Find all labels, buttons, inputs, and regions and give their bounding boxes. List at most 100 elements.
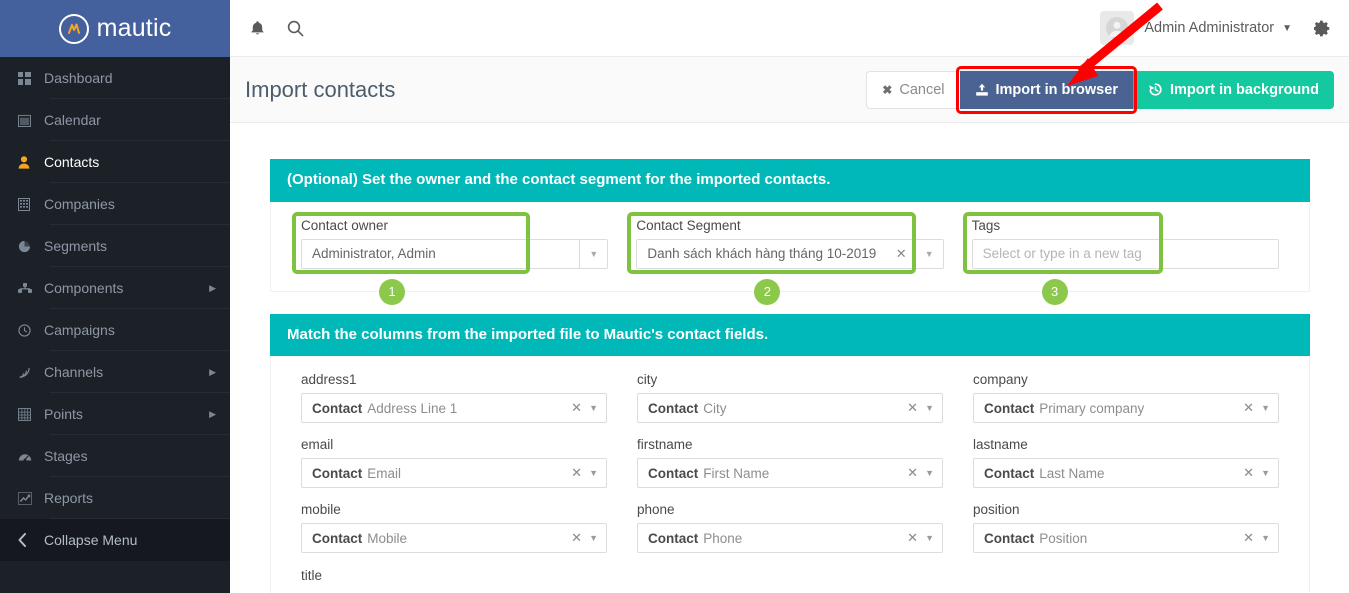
x-icon[interactable]: ✕ <box>1237 400 1261 416</box>
mapping-label: title <box>301 568 322 583</box>
mapping-value: Mobile <box>367 531 565 546</box>
sidebar-item-label: Dashboard <box>44 71 216 85</box>
chevron-down-icon[interactable]: ▼ <box>1261 533 1270 543</box>
sidebar-item-segments[interactable]: Segments <box>0 225 230 267</box>
chevron-down-icon[interactable]: ▼ <box>925 533 934 543</box>
sidebar-item-points[interactable]: Points ▶ <box>0 393 230 435</box>
mapping-field-phone: phone Contact Phone ✕ ▼ <box>637 502 943 553</box>
tags-label: Tags <box>972 218 1279 233</box>
mautic-m-logo-icon <box>59 14 89 44</box>
mapping-select[interactable]: Contact City ✕ ▼ <box>637 393 943 423</box>
contact-owner-group: Contact owner Administrator, Admin ▼ 1 <box>301 218 608 269</box>
x-icon[interactable]: ✕ <box>565 400 589 416</box>
mapping-value: City <box>703 401 901 416</box>
x-icon[interactable]: ✕ <box>901 465 925 481</box>
x-icon: ✖ <box>882 83 892 97</box>
top-bar: Admin Administrator ▼ <box>230 0 1349 57</box>
x-icon[interactable]: ✕ <box>1237 530 1261 546</box>
mapping-column-3: company Contact Primary company ✕ ▼ last… <box>973 372 1279 593</box>
mapping-field-firstname: firstname Contact First Name ✕ ▼ <box>637 437 943 488</box>
user-name-label[interactable]: Admin Administrator <box>1144 20 1274 36</box>
calendar-icon <box>18 114 44 127</box>
upload-icon <box>975 83 989 97</box>
sidebar-item-stages[interactable]: Stages <box>0 435 230 477</box>
sidebar-item-campaigns[interactable]: Campaigns <box>0 309 230 351</box>
sidebar-item-label: Campaigns <box>44 323 216 337</box>
mapping-label: email <box>301 437 607 452</box>
contact-segment-label: Contact Segment <box>636 218 943 233</box>
search-icon[interactable] <box>287 20 304 37</box>
mapping-field-title: title <box>301 567 607 585</box>
gauge-icon <box>18 450 44 462</box>
x-icon[interactable]: ✕ <box>901 400 925 416</box>
mapping-select[interactable]: Contact Position ✕ ▼ <box>973 523 1279 553</box>
building-icon <box>18 198 44 211</box>
sidebar-item-companies[interactable]: Companies <box>0 183 230 225</box>
import-in-browser-button[interactable]: Import in browser <box>960 71 1133 109</box>
chevron-down-icon[interactable]: ▼ <box>925 403 934 413</box>
sidebar-item-calendar[interactable]: Calendar <box>0 99 230 141</box>
cancel-button[interactable]: ✖ Cancel <box>866 71 959 109</box>
page-actions: ✖ Cancel Import in browser Import in bac… <box>866 71 1349 109</box>
rss-icon <box>18 366 44 379</box>
grid-table-icon <box>18 408 44 421</box>
x-icon[interactable]: ✕ <box>1237 465 1261 481</box>
mapping-label: company <box>973 372 1279 387</box>
page-header: Import contacts ✖ Cancel Import in brows… <box>230 57 1349 123</box>
sidebar-item-label: Segments <box>44 239 216 253</box>
bell-icon[interactable] <box>250 20 265 37</box>
mapping-group: Contact <box>312 401 362 416</box>
mapping-select[interactable]: Contact Primary company ✕ ▼ <box>973 393 1279 423</box>
optional-panel-heading: (Optional) Set the owner and the contact… <box>270 159 1310 202</box>
sidebar-item-contacts[interactable]: Contacts <box>0 141 230 183</box>
mapping-value: Address Line 1 <box>367 401 565 416</box>
sidebar-item-channels[interactable]: Channels ▶ <box>0 351 230 393</box>
mapping-label: phone <box>637 502 943 517</box>
mapping-select[interactable]: Contact Mobile ✕ ▼ <box>301 523 607 553</box>
mapping-select[interactable]: Contact First Name ✕ ▼ <box>637 458 943 488</box>
sidebar-item-dashboard[interactable]: Dashboard <box>0 57 230 99</box>
mapping-select[interactable]: Contact Phone ✕ ▼ <box>637 523 943 553</box>
chevron-down-icon[interactable]: ▼ <box>1261 468 1270 478</box>
optional-settings-panel: (Optional) Set the owner and the contact… <box>270 159 1310 292</box>
user-avatar-icon[interactable] <box>1100 11 1134 45</box>
brand-header[interactable]: mautic <box>0 0 230 57</box>
x-icon[interactable]: ✕ <box>565 530 589 546</box>
mapping-select[interactable]: Contact Email ✕ ▼ <box>301 458 607 488</box>
contact-segment-input[interactable]: Danh sách khách hàng tháng 10-2019 ✕ <box>636 239 915 269</box>
annotation-badge-3: 3 <box>1042 279 1068 305</box>
chevron-right-icon: ▶ <box>209 367 216 378</box>
sidebar-collapse-menu[interactable]: Collapse Menu <box>0 519 230 561</box>
tags-input[interactable]: Select or type in a new tag <box>972 239 1279 269</box>
chevron-down-icon[interactable]: ▼ <box>1261 403 1270 413</box>
chevron-down-icon[interactable]: ▼ <box>916 239 944 269</box>
import-in-background-button[interactable]: Import in background <box>1133 71 1334 109</box>
chevron-down-icon[interactable]: ▼ <box>589 468 598 478</box>
sidebar-item-reports[interactable]: Reports <box>0 477 230 519</box>
optional-panel-body: Contact owner Administrator, Admin ▼ 1 <box>270 202 1310 292</box>
x-icon[interactable]: ✕ <box>890 246 907 262</box>
chevron-down-icon[interactable]: ▼ <box>925 468 934 478</box>
tags-placeholder: Select or type in a new tag <box>983 246 1270 261</box>
chevron-down-icon[interactable]: ▼ <box>580 239 608 269</box>
sidebar-item-components[interactable]: Components ▶ <box>0 267 230 309</box>
chevron-down-icon[interactable]: ▼ <box>589 533 598 543</box>
x-icon[interactable]: ✕ <box>565 465 589 481</box>
chevron-down-icon[interactable]: ▼ <box>589 403 598 413</box>
sidebar-item-label: Reports <box>44 491 216 505</box>
mapping-value: Email <box>367 466 565 481</box>
mapping-value: First Name <box>703 466 901 481</box>
mapping-select[interactable]: Contact Last Name ✕ ▼ <box>973 458 1279 488</box>
sidebar-item-label: Components <box>44 281 209 295</box>
chevron-down-icon[interactable]: ▼ <box>1282 23 1292 34</box>
mapping-select[interactable]: Contact Address Line 1 ✕ ▼ <box>301 393 607 423</box>
sidebar-collapse-label: Collapse Menu <box>44 533 216 547</box>
dashboard-grid-icon <box>18 72 44 85</box>
x-icon[interactable]: ✕ <box>901 530 925 546</box>
import-in-background-label: Import in background <box>1170 82 1319 98</box>
mapping-group: Contact <box>648 401 698 416</box>
mapping-label: mobile <box>301 502 607 517</box>
gear-icon[interactable] <box>1314 20 1331 37</box>
sidebar-item-label: Contacts <box>44 155 216 169</box>
contact-owner-input[interactable]: Administrator, Admin <box>301 239 580 269</box>
